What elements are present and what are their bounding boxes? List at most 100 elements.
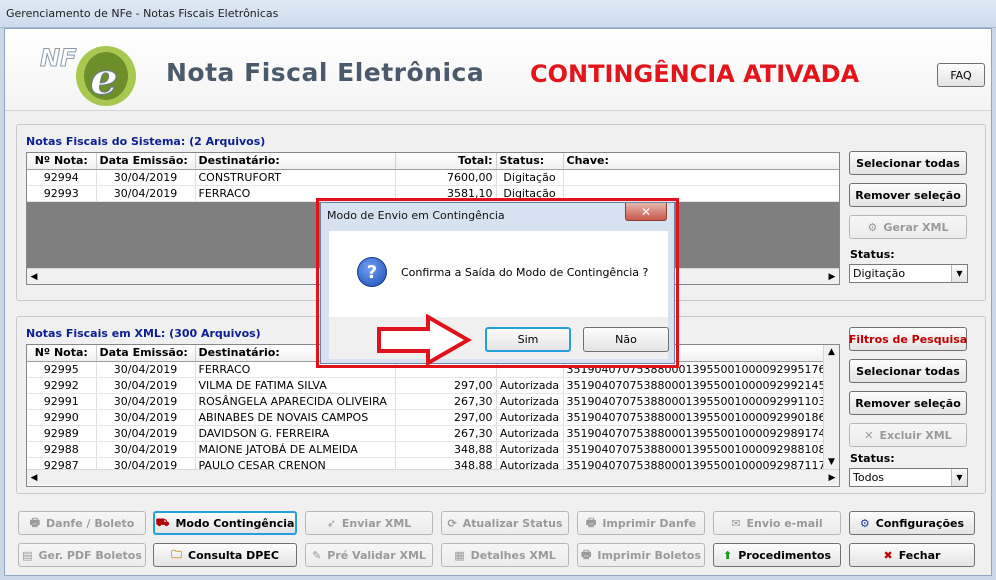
- danfe-boleto-button[interactable]: 🖶 Danfe / Boleto: [18, 511, 146, 535]
- cell-chave: 35190407075388000139550010000929921455: [563, 377, 826, 394]
- system-status-label: Status:: [850, 248, 895, 261]
- settings-label: Configurações: [875, 516, 965, 530]
- printer-icon: 🖶: [585, 515, 597, 529]
- gear-icon: ⚙: [859, 516, 870, 530]
- email-icon: ✉: [731, 516, 741, 530]
- cell-numero: 92995: [27, 361, 97, 378]
- generate-xml-label: Gerar XML: [883, 220, 949, 234]
- horizontal-scrollbar[interactable]: ◀ ▶: [27, 469, 839, 485]
- cell-status: Autorizada: [496, 441, 564, 458]
- column-header[interactable]: Data Emissão:: [96, 345, 196, 362]
- print-danfe-button[interactable]: 🖶 Imprimir Danfe: [577, 511, 705, 535]
- generate-pdf-boletos-label: Ger. PDF Boletos: [38, 548, 142, 562]
- procedures-button[interactable]: ⬆ Procedimentos: [713, 543, 841, 567]
- scroll-up-icon[interactable]: ▲: [828, 345, 835, 359]
- table-row[interactable]: 92988 30/04/2019 MAIONE JATOBÁ DE ALMEIDA 3…: [27, 441, 826, 458]
- dialog-close-button[interactable]: ✕: [625, 203, 667, 221]
- dpec-query-button[interactable]: 🗀 Consulta DPEC: [153, 543, 297, 567]
- procedures-label: Procedimentos: [738, 548, 831, 562]
- scroll-left-icon[interactable]: ◀: [27, 473, 41, 483]
- cell-destinatario: CONSTRUFORT: [195, 169, 396, 186]
- yes-button[interactable]: Sim: [485, 327, 571, 352]
- column-header[interactable]: Chave:: [563, 153, 839, 170]
- select-all-xml-button[interactable]: Selecionar todas: [849, 359, 967, 383]
- settings-button[interactable]: ⚙ Configurações: [849, 511, 975, 535]
- print-boletos-label: Imprimir Boletos: [597, 548, 702, 562]
- remove-selection-system-button[interactable]: Remover seleção: [849, 183, 967, 207]
- select-all-system-button[interactable]: Selecionar todas: [849, 151, 967, 175]
- table-row[interactable]: 92989 30/04/2019 DAVIDSON G. FERREIRA 267,3…: [27, 425, 826, 442]
- vertical-scrollbar[interactable]: ▲ ▼: [823, 345, 839, 469]
- cell-destinatario: VILMA DE FATIMA SILVA: [195, 377, 396, 394]
- danfe-boleto-label: Danfe / Boleto: [46, 516, 135, 530]
- cell-chave: 35190407075388000139550010000929891744: [563, 425, 826, 442]
- column-header[interactable]: Total:: [395, 153, 497, 170]
- cell-status: Autorizada: [496, 393, 564, 410]
- chevron-down-icon[interactable]: ▼: [951, 265, 967, 282]
- dialog-message: Confirma a Saída do Modo de Contingência…: [401, 266, 649, 279]
- cell-data: 30/04/2019: [96, 441, 196, 458]
- scroll-right-icon[interactable]: ▶: [825, 473, 839, 483]
- cell-data: 30/04/2019: [96, 409, 196, 426]
- cell-data: 30/04/2019: [96, 425, 196, 442]
- cell-total: 348,88: [395, 441, 497, 458]
- column-header[interactable]: Nº Nota:: [27, 345, 97, 362]
- contingency-mode-label: Modo Contingência: [175, 516, 295, 530]
- xml-details-button[interactable]: ▦ Detalhes XML: [441, 543, 569, 567]
- cell-destinatario: ABINABES DE NOVAIS CAMPOS: [195, 409, 396, 426]
- dpec-query-label: Consulta DPEC: [188, 548, 279, 562]
- send-xml-button[interactable]: ➶ Enviar XML: [305, 511, 433, 535]
- no-button[interactable]: Não: [583, 327, 669, 352]
- system-status-select[interactable]: Digitação ▼: [849, 264, 968, 283]
- cell-data: 30/04/2019: [96, 169, 196, 186]
- table-row[interactable]: 92990 30/04/2019 ABINABES DE NOVAIS CAMPOS…: [27, 409, 826, 426]
- delete-xml-button[interactable]: ✕ Excluir XML: [849, 423, 967, 447]
- cell-destinatario: DAVIDSON G. FERREIRA: [195, 425, 396, 442]
- system-notes-title: Notas Fiscais do Sistema: (2 Arquivos): [26, 135, 266, 148]
- scroll-right-icon[interactable]: ▶: [825, 272, 839, 282]
- chevron-down-icon[interactable]: ▼: [951, 469, 967, 486]
- window-titlebar[interactable]: Gerenciamento de NFe - Notas Fiscais Ele…: [0, 0, 996, 28]
- nfe-logo: NF e: [40, 44, 136, 106]
- generate-xml-button[interactable]: ⚙ Gerar XML: [849, 215, 967, 239]
- close-button[interactable]: ✖ Fechar: [849, 543, 975, 567]
- search-filters-button[interactable]: Filtros de Pesquisa: [849, 327, 967, 351]
- column-header[interactable]: Status:: [496, 153, 564, 170]
- generate-pdf-boletos-button[interactable]: ▤ Ger. PDF Boletos: [18, 543, 146, 567]
- update-status-label: Atualizar Status: [462, 516, 563, 530]
- cell-data: 30/04/2019: [96, 185, 196, 202]
- scroll-down-icon[interactable]: ▼: [828, 455, 835, 469]
- contingency-mode-button[interactable]: ⛟ Modo Contingência: [153, 511, 297, 535]
- faq-button[interactable]: FAQ: [937, 63, 985, 87]
- print-boletos-button[interactable]: 🖶 Imprimir Boletos: [577, 543, 705, 567]
- table-row[interactable]: 92994 30/04/2019 CONSTRUFORT 7600,00 Digitaç…: [27, 169, 839, 186]
- xml-status-label: Status:: [850, 452, 895, 465]
- pre-validate-xml-button[interactable]: ✎ Pré Validar XML: [305, 543, 433, 567]
- column-header[interactable]: Nº Nota:: [27, 153, 97, 170]
- cell-total: 267,30: [395, 393, 497, 410]
- xml-status-value: Todos: [853, 471, 885, 484]
- remove-selection-xml-button[interactable]: Remover seleção: [849, 391, 967, 415]
- table-row[interactable]: 92991 30/04/2019 ROSÂNGELA APARECIDA OLIVE…: [27, 393, 826, 410]
- cell-data: 30/04/2019: [96, 393, 196, 410]
- cell-chave: 35190407075388000139550010000929881080: [563, 441, 826, 458]
- cell-numero: 92993: [27, 185, 97, 202]
- delete-icon: ✕: [864, 428, 874, 442]
- contingency-dialog: Modo de Envio em Contingência ✕ ? Confir…: [320, 202, 675, 364]
- update-status-button[interactable]: ⟳ Atualizar Status: [441, 511, 569, 535]
- xml-status-select[interactable]: Todos ▼: [849, 468, 968, 487]
- scroll-left-icon[interactable]: ◀: [27, 272, 41, 282]
- window-title: Gerenciamento de NFe - Notas Fiscais Ele…: [6, 7, 279, 20]
- cell-numero: 92992: [27, 377, 97, 394]
- send-email-button[interactable]: ✉ Envio e-mail: [713, 511, 841, 535]
- refresh-icon: ⟳: [447, 516, 457, 530]
- delete-xml-label: Excluir XML: [879, 428, 952, 442]
- cell-status: Autorizada: [496, 425, 564, 442]
- cell-status: Digitação: [496, 169, 564, 186]
- column-header[interactable]: Data Emissão:: [96, 153, 196, 170]
- table-row[interactable]: 92992 30/04/2019 VILMA DE FATIMA SILVA 297,…: [27, 377, 826, 394]
- cell-numero: 92994: [27, 169, 97, 186]
- column-header[interactable]: Destinatário:: [195, 153, 396, 170]
- svg-text:NF: NF: [40, 44, 77, 72]
- contingency-icon: ⛟: [155, 515, 170, 529]
